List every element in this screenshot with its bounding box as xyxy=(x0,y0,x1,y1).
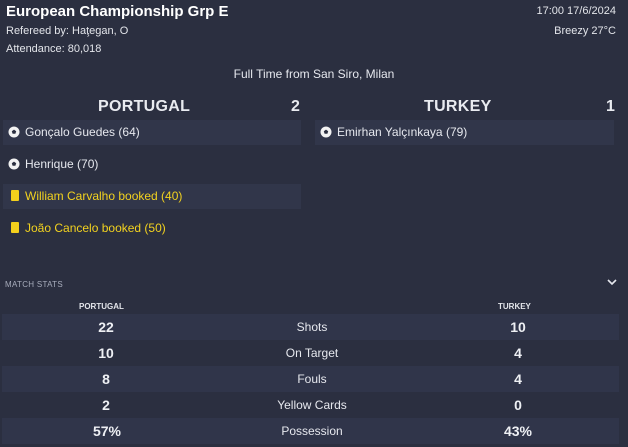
stat-label: Fouls xyxy=(297,372,327,386)
home-team-name[interactable]: PORTUGAL xyxy=(98,98,190,116)
stat-row-possession: 57% Possession 43% xyxy=(2,418,619,444)
stat-home-value: 2 xyxy=(102,397,110,413)
stat-label: Possession xyxy=(281,424,343,438)
stat-away-value: 10 xyxy=(510,319,526,335)
home-score: 2 xyxy=(291,98,300,115)
stat-label: On Target xyxy=(285,346,339,360)
stat-row-fouls: 8 Fouls 4 xyxy=(2,366,619,392)
stat-home-value: 57% xyxy=(92,423,122,439)
goal-icon xyxy=(8,126,20,138)
goal-icon xyxy=(8,158,20,170)
competition-title: European Championship Grp E xyxy=(6,3,229,20)
away-event-goal: Emirhan Yalçınkaya (79) xyxy=(315,120,614,145)
referee-text: Refereed by: Haţegan, O xyxy=(6,25,129,37)
attendance-text: Attendance: 80,018 xyxy=(6,43,102,55)
chevron-down-icon[interactable] xyxy=(606,276,618,288)
stat-label: Yellow Cards xyxy=(277,398,347,412)
match-datetime: 17:00 17/6/2024 xyxy=(536,5,616,17)
home-event-booking: João Cancelo booked (50) xyxy=(3,216,301,241)
home-event-goal: Henrique (70) xyxy=(3,152,301,177)
away-team-name[interactable]: TURKEY xyxy=(424,98,492,116)
venue-text: Full Time from San Siro, Milan xyxy=(233,67,395,81)
stat-away-value: 0 xyxy=(514,397,522,413)
weather-text: Breezy 27°C xyxy=(554,25,616,37)
stat-away-value: 4 xyxy=(514,345,522,361)
stat-row-shots: 22 Shots 10 xyxy=(2,314,619,340)
stats-away-header: TURKEY xyxy=(498,302,531,311)
match-stats-label: MATCH STATS xyxy=(5,280,63,289)
home-event-text: William Carvalho booked (40) xyxy=(25,189,183,203)
stat-away-value: 43% xyxy=(503,423,533,439)
stat-label: Shots xyxy=(296,320,328,334)
stat-home-value: 8 xyxy=(102,371,110,387)
home-event-text: Gonçalo Guedes (64) xyxy=(25,125,140,139)
yellow-card-icon xyxy=(11,222,19,233)
stat-row-yellow-cards: 2 Yellow Cards 0 xyxy=(2,392,619,418)
stat-home-value: 10 xyxy=(98,345,114,361)
home-event-booking: William Carvalho booked (40) xyxy=(3,184,301,209)
away-score: 1 xyxy=(606,98,615,115)
stat-away-value: 4 xyxy=(514,371,522,387)
home-event-goal: Gonçalo Guedes (64) xyxy=(3,120,301,145)
home-event-text: Henrique (70) xyxy=(25,157,99,171)
stats-home-header: PORTUGAL xyxy=(79,302,124,311)
away-event-text: Emirhan Yalçınkaya (79) xyxy=(337,125,468,139)
stat-row-on-target: 10 On Target 4 xyxy=(2,340,619,366)
goal-icon xyxy=(320,126,332,138)
home-event-text: João Cancelo booked (50) xyxy=(25,221,166,235)
yellow-card-icon xyxy=(11,190,19,201)
stat-home-value: 22 xyxy=(98,319,114,335)
